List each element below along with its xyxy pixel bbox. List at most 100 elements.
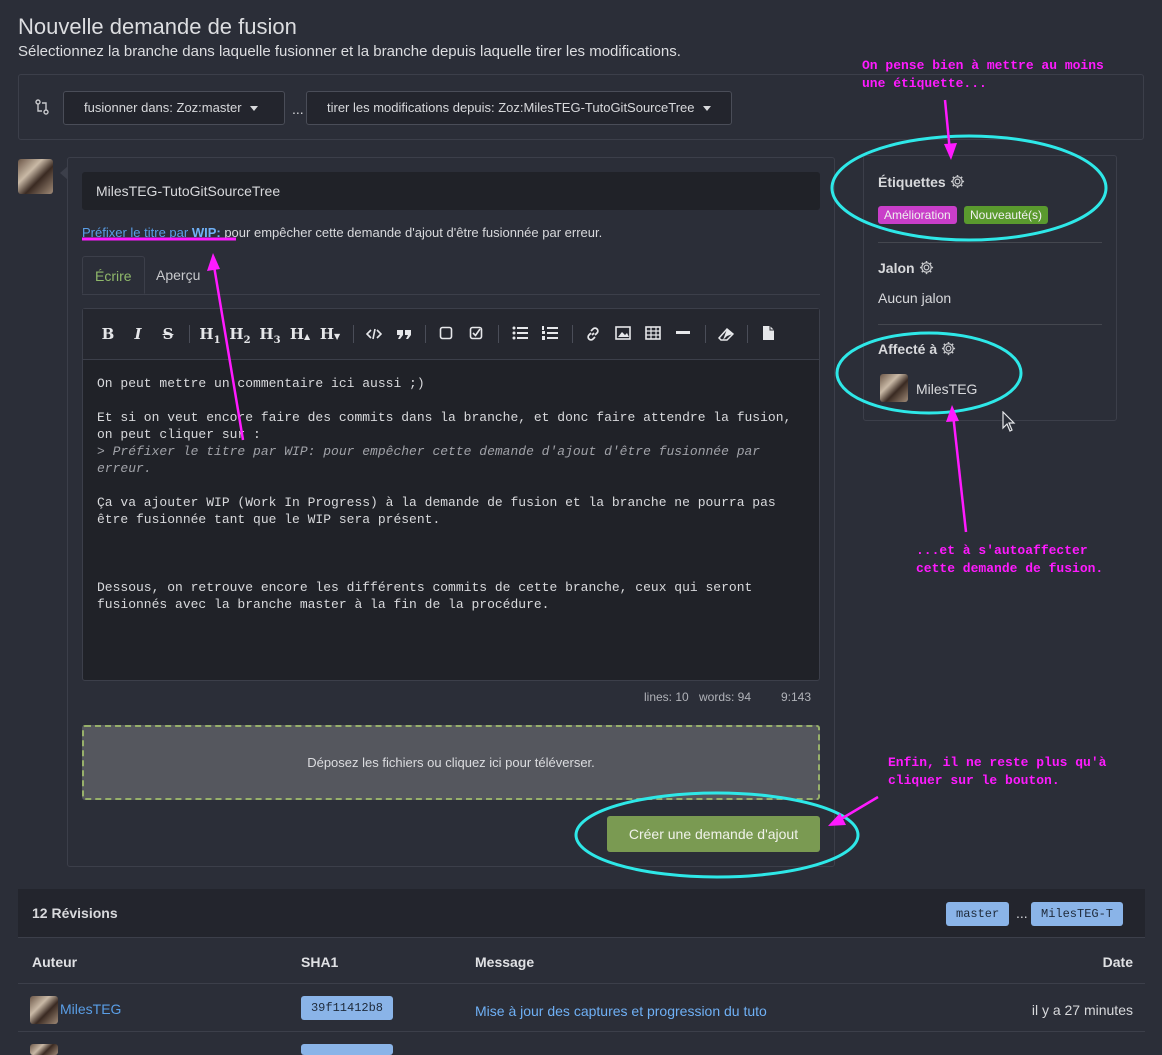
italic-button[interactable]: I (127, 324, 149, 344)
base-branch-dropdown[interactable]: fusionner dans: Zoz:master (63, 91, 285, 125)
editor-content[interactable]: On peut mettre un commentaire ici aussi … (97, 375, 809, 613)
toolbar-separator (189, 325, 190, 343)
column-sha: SHA1 (301, 954, 339, 970)
file-icon[interactable] (762, 325, 775, 341)
commit-author[interactable]: MilesTEG (60, 1001, 121, 1017)
commit-sha[interactable]: 39f11412b8 (301, 996, 393, 1020)
heading1-label: H (199, 325, 214, 343)
base-branch-label: fusionner dans: Zoz:master (84, 100, 242, 115)
annotation-text: cette demande de fusion. (916, 561, 1104, 576)
gear-icon[interactable] (919, 260, 934, 275)
heading2-label: H (229, 325, 244, 343)
column-date: Date (1102, 954, 1133, 970)
gear-icon[interactable] (950, 174, 965, 189)
tab-write[interactable]: Écrire (82, 256, 145, 294)
toolbar-separator (353, 325, 354, 343)
commit-date: il y a 27 minutes (1031, 1002, 1133, 1018)
heading3-button[interactable]: H3 (259, 324, 281, 346)
editor-toolbar: B I S H1 H2 H3 H▲ H▼ (83, 309, 819, 360)
wip-hint: Préfixer le titre par WIP: pour empêcher… (82, 225, 602, 240)
sidebar-divider (878, 242, 1102, 243)
wip-link-text: Préfixer le titre par (82, 225, 189, 240)
annotation-text: On pense bien à mettre au moins (862, 58, 1104, 73)
ref-head-badge[interactable]: MilesTEG-T (1031, 902, 1124, 926)
image-icon[interactable] (615, 326, 631, 340)
heading1-button[interactable]: H1 (199, 324, 221, 346)
milestone-heading-text: Jalon (878, 260, 915, 276)
label-badge-nouveaute: Nouveauté(s) (964, 206, 1049, 224)
annotation-text: une étiquette... (862, 76, 987, 91)
head-branch-dropdown[interactable]: tirer les modifications depuis: Zoz:Mile… (306, 91, 732, 125)
labels-heading-text: Étiquettes (878, 174, 946, 190)
revisions-header: 12 Révisions master ... MilesTEG-T (18, 889, 1145, 937)
tab-preview[interactable]: Aperçu (144, 256, 212, 294)
heading3-sub: 3 (273, 335, 281, 346)
commit-sha[interactable] (301, 1044, 393, 1055)
revisions-table-header: Auteur SHA1 Message Date (18, 937, 1145, 984)
avatar (880, 374, 908, 402)
wip-hint-text: pour empêcher cette demande d'ajout d'êt… (220, 225, 603, 240)
ref-separator: ... (1016, 905, 1028, 921)
wip-keyword: WIP: (191, 225, 221, 240)
horizontal-rule-icon[interactable] (675, 331, 691, 335)
annotation-text: Enfin, il ne reste plus qu'à (888, 755, 1107, 770)
button-arrow (835, 795, 879, 824)
heading3-label: H (259, 325, 274, 343)
assignee-name[interactable]: MilesTEG (916, 381, 977, 397)
milestone-heading[interactable]: Jalon (878, 260, 934, 276)
ref-base-badge[interactable]: master (946, 902, 1010, 926)
annotation-text: ...et à s'autoaffecter (916, 543, 1088, 558)
chevron-down-icon (702, 106, 711, 112)
status-cursor: 9:143 (781, 690, 812, 704)
commit-message[interactable]: Mise à jour des captures et progression … (475, 1003, 767, 1019)
status-words: words: 94 (699, 690, 752, 704)
create-pull-request-button[interactable]: Créer une demande d'ajout (607, 816, 820, 852)
speech-pointer (60, 166, 68, 180)
bullet-list-icon[interactable] (512, 326, 528, 340)
title-input[interactable]: MilesTEG-TutoGitSourceTree (82, 172, 820, 210)
column-author: Auteur (32, 954, 78, 970)
status-lines: lines: 10 (644, 690, 689, 704)
annotation-assign: ...et à s'autoaffecter cette demande de f… (916, 542, 1103, 578)
gear-icon[interactable] (941, 341, 956, 356)
quote-icon[interactable] (396, 326, 412, 342)
avatar (30, 996, 58, 1024)
markdown-editor[interactable]: B I S H1 H2 H3 H▲ H▼ On peut mettre un c… (82, 308, 820, 681)
numbered-list-icon[interactable] (542, 326, 558, 340)
checkbox-empty-icon[interactable] (439, 326, 453, 340)
labels-heading[interactable]: Étiquettes (878, 174, 965, 190)
bold-button[interactable]: B (97, 324, 119, 344)
editor-line: On peut mettre un commentaire ici aussi … (97, 376, 425, 391)
toolbar-separator (498, 325, 499, 343)
label-badge-amelioration: Amélioration (878, 206, 957, 224)
eraser-icon[interactable] (718, 326, 734, 342)
heading-bigger-label: H (289, 325, 305, 343)
assignee-heading-text: Affecté à (878, 341, 938, 357)
wip-prefix-link[interactable]: Préfixer le titre par WIP: (82, 225, 221, 240)
pr-sidebar: Étiquettes Amélioration Nouveauté(s) Jal… (863, 155, 1117, 421)
table-icon[interactable] (645, 326, 661, 340)
head-branch-label: tirer les modifications depuis: Zoz:Mile… (327, 100, 695, 115)
heading2-button[interactable]: H2 (229, 324, 251, 346)
chevron-down-icon (249, 106, 258, 112)
annotation-button: Enfin, il ne reste plus qu'à cliquer sur … (888, 754, 1106, 790)
sidebar-divider (878, 324, 1102, 325)
git-compare-icon (35, 99, 49, 115)
heading-smaller-button[interactable]: H▼ (319, 324, 341, 344)
revisions-panel: 12 Révisions master ... MilesTEG-T Auteu… (18, 889, 1145, 1055)
editor-line: Dessous, on retrouve encore les différen… (97, 580, 761, 612)
heading-bigger-button[interactable]: H▲ (289, 324, 311, 344)
assignee-heading[interactable]: Affecté à (878, 341, 956, 357)
checkbox-checked-icon[interactable] (469, 326, 483, 340)
column-message: Message (475, 954, 535, 970)
heading2-sub: 2 (243, 335, 251, 346)
code-icon[interactable] (366, 326, 382, 342)
strikethrough-button[interactable]: S (157, 324, 179, 344)
editor-line: Ça va ajouter WIP (Work In Progress) à l… (97, 495, 784, 527)
annotation-labels: On pense bien à mettre au moins une étiqu… (862, 57, 1104, 93)
link-icon[interactable] (585, 326, 601, 342)
branch-separator: ... (292, 101, 304, 117)
revisions-title: 12 Révisions (32, 905, 118, 921)
file-dropzone[interactable]: Déposez les fichiers ou cliquez ici pour… (82, 725, 820, 800)
triangle-up-icon: ▲ (304, 331, 311, 341)
